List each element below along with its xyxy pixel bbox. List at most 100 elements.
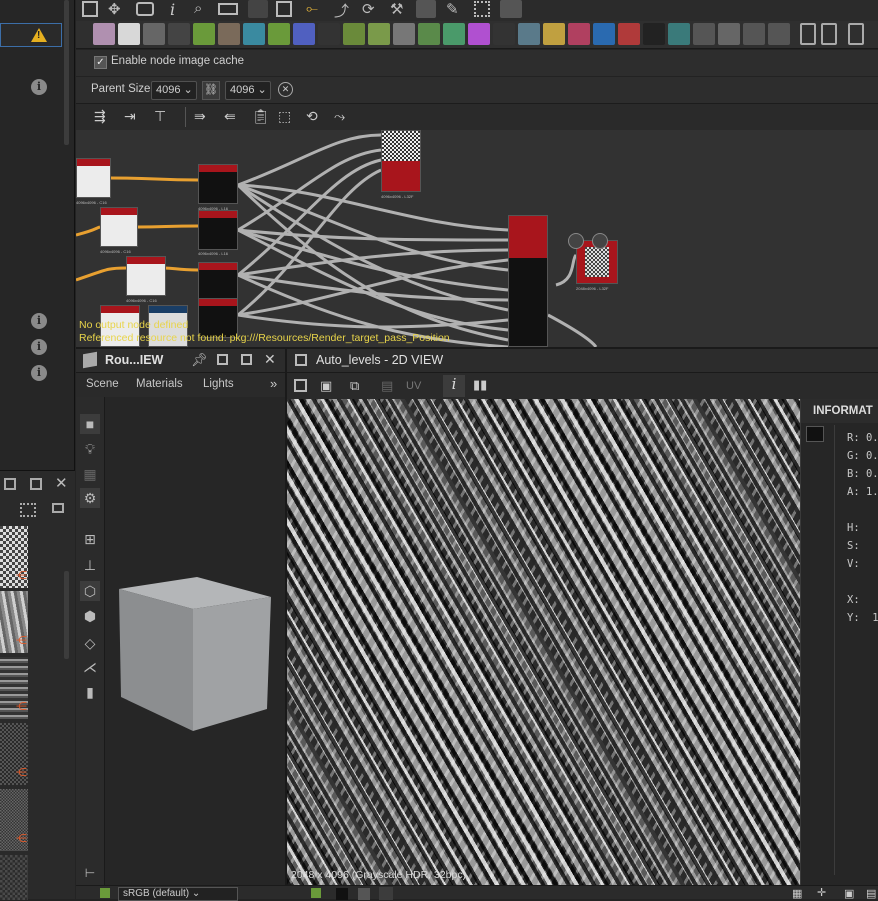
info-icon[interactable]: i (31, 79, 47, 95)
library-thumbnail[interactable] (0, 855, 28, 900)
pixel-processor-icon[interactable] (643, 23, 665, 45)
channel-black-icon[interactable] (336, 888, 348, 900)
cube-icon[interactable]: ⬚ (278, 108, 291, 125)
parent-size-height-select[interactable]: 4096 ⌄ (225, 81, 271, 100)
light-icon[interactable]: 💡︎ (80, 439, 100, 459)
close-icon[interactable]: ✕ (264, 351, 276, 368)
info-icon[interactable]: i (31, 365, 47, 381)
float-icon[interactable] (4, 478, 16, 490)
graph-node[interactable] (508, 215, 548, 347)
pin-node-icon[interactable] (821, 23, 837, 45)
output-icon[interactable] (693, 23, 715, 45)
maximize-icon[interactable] (241, 354, 252, 365)
export-icon[interactable]: ⇚ (224, 108, 236, 125)
clipboard-icon[interactable]: 📋︎ (252, 108, 270, 125)
mirror-icon[interactable] (543, 23, 565, 45)
menu-materials[interactable]: Materials (136, 378, 183, 390)
layers-icon[interactable] (311, 888, 321, 898)
parent-size-width-select[interactable]: 4096 ⌄ (151, 81, 197, 100)
more-icon[interactable]: ▤ (866, 887, 876, 900)
edge-detect-icon[interactable] (418, 23, 440, 45)
emboss-icon[interactable] (343, 23, 365, 45)
distance-icon[interactable] (368, 23, 390, 45)
camera-icon[interactable]: ■ (80, 414, 100, 434)
input-icon[interactable] (718, 23, 740, 45)
menu-lights[interactable]: Lights (203, 378, 234, 390)
fit-icon[interactable] (294, 379, 307, 392)
histogram-scan-icon[interactable] (393, 23, 415, 45)
plane-icon[interactable]: ◇ (80, 633, 100, 653)
layers-icon[interactable] (100, 888, 110, 898)
normal-icon[interactable] (318, 23, 340, 45)
info-toggle-icon[interactable]: i (443, 375, 465, 397)
panel-divider[interactable] (285, 349, 287, 885)
panel-divider[interactable] (76, 347, 878, 349)
close-icon[interactable]: ✕ (55, 474, 68, 492)
split-icon[interactable]: ⇥ (124, 108, 136, 125)
shape-icon[interactable] (443, 23, 465, 45)
link-size-icon[interactable]: ⛓ (202, 81, 220, 100)
snapshot-icon[interactable] (500, 0, 522, 18)
tiling-icon[interactable]: ▤ (381, 378, 393, 394)
bake-icon[interactable]: ⟲ (306, 108, 318, 125)
hierarchy-icon[interactable] (248, 0, 268, 18)
uniform-color-icon[interactable] (118, 23, 140, 45)
grid-icon[interactable] (474, 1, 490, 17)
library-thumbnail[interactable]: ⋲ (0, 657, 28, 719)
maximize-icon[interactable] (30, 478, 42, 490)
texture-preview[interactable]: 2048 x 4096 (Grayscale HDR, 32bpc) (287, 399, 800, 885)
copy-icon[interactable]: ⧉ (350, 378, 359, 394)
render-settings-icon[interactable]: ⚙ (80, 488, 100, 508)
brush-icon[interactable]: ✎ (446, 0, 459, 18)
camera-icon[interactable] (136, 2, 154, 16)
frame-icon[interactable] (768, 23, 790, 45)
transform-icon[interactable] (168, 23, 190, 45)
menu-more-icon[interactable]: » (270, 376, 277, 391)
library-thumbnail[interactable]: ⋲ (0, 526, 28, 588)
menu-scene[interactable]: Scene (86, 378, 119, 390)
hierarchy-icon[interactable]: ⊢ (80, 863, 100, 883)
text-icon[interactable] (568, 23, 590, 45)
preview-icon[interactable] (416, 0, 436, 18)
curve-icon[interactable] (193, 23, 215, 45)
grid-icon[interactable]: ▦ (792, 887, 802, 900)
graph-node[interactable] (198, 164, 238, 204)
tools-icon[interactable]: ⚒ (390, 0, 403, 18)
refresh-icon[interactable]: ⟳ (362, 0, 375, 18)
channel-rgb-icon[interactable] (379, 887, 393, 900)
graph-node[interactable] (100, 207, 138, 247)
graph-node[interactable] (198, 210, 238, 250)
pin-icon[interactable]: 📌︎ (191, 352, 208, 368)
float-icon[interactable] (217, 354, 228, 365)
graph-node[interactable] (381, 130, 421, 192)
wireframe-cube-icon[interactable]: ⬢ (80, 606, 100, 626)
connector-icon[interactable]: ⇶ (94, 108, 106, 125)
graph-node[interactable] (126, 256, 166, 296)
graph-node[interactable] (76, 158, 111, 198)
library-thumbnail[interactable]: ⋲ (0, 723, 28, 785)
cache-checkbox[interactable]: ✓ (94, 56, 107, 69)
color-wheel-icon[interactable] (468, 23, 490, 45)
node-output-icon[interactable] (592, 233, 608, 249)
view-mode-icon[interactable] (52, 503, 64, 513)
info-toggle-icon[interactable]: i (170, 0, 175, 19)
view3d-canvas[interactable] (105, 397, 285, 887)
import-icon[interactable]: ⇛ (194, 108, 206, 125)
tangent-icon[interactable]: ⋌ (80, 657, 100, 677)
levels-icon[interactable] (143, 23, 165, 45)
link-icon[interactable]: ⤴ (334, 0, 349, 21)
align-icon[interactable] (218, 3, 238, 15)
library-thumbnail[interactable]: ⋲ (0, 591, 28, 653)
gradient-map-icon[interactable] (243, 23, 265, 45)
blend-icon[interactable] (93, 23, 115, 45)
tile-icon[interactable] (593, 23, 615, 45)
left-scrollbar[interactable] (64, 0, 69, 145)
reset-size-icon[interactable]: ✕ (278, 82, 293, 97)
search-icon[interactable]: ⌕ (194, 0, 202, 17)
save-icon[interactable]: ▣ (320, 378, 332, 394)
warning-field[interactable] (0, 23, 62, 47)
uv-toggle[interactable]: UV (406, 380, 421, 392)
histogram-icon[interactable]: ▮ (80, 682, 100, 702)
node-info-icon[interactable] (568, 233, 584, 249)
fx-map-icon[interactable] (668, 23, 690, 45)
